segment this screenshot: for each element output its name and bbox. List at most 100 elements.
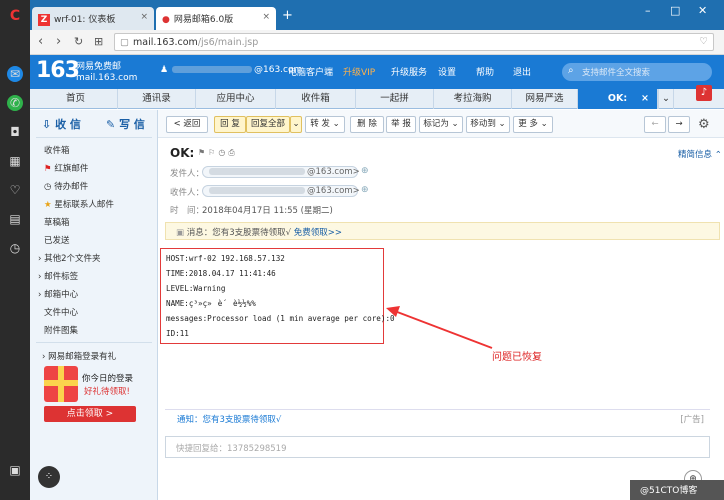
delete-button[interactable]: 删 除 (350, 116, 384, 133)
folder-inbox[interactable]: 收件箱 (44, 144, 70, 156)
more-button[interactable]: 更 多 ⌄ (513, 116, 553, 133)
tab-current-mail[interactable]: OK: × (578, 89, 658, 109)
report-button[interactable]: 举 报 (386, 116, 416, 133)
close-window-icon[interactable]: ✕ (698, 4, 707, 17)
browser-tab-mail[interactable]: ● 网易邮箱6.0版 × (156, 7, 276, 30)
camera-icon[interactable]: ◘ (7, 124, 23, 140)
folder-file-center[interactable]: 文件中心 (44, 306, 78, 318)
browser-tab-strip: Zwrf-01: 仪表板 × ● 网易邮箱6.0版 × + – □ ✕ (30, 0, 724, 30)
favorites-icon[interactable]: ♡ (7, 182, 23, 198)
annotation-arrow (386, 306, 493, 349)
body-line-time: TIME:2018.04.17 11:41:46 (166, 269, 276, 278)
bottom-notice[interactable]: 通知：您有3支股票待领取√ [广告] (165, 409, 710, 425)
mail-logo[interactable]: 163 (36, 58, 80, 83)
star-icon: ★ (44, 200, 52, 210)
back-icon[interactable]: ‹ (38, 35, 43, 49)
logo-caption: 网易免费邮 mail.163.com (76, 62, 137, 84)
folder-sent[interactable]: 已发送 (44, 234, 70, 246)
browser-logo-icon[interactable]: C (7, 8, 23, 24)
gift-title[interactable]: › 网易邮箱登录有礼 (42, 350, 116, 362)
mark-as-button[interactable]: 标记为 ⌄ (419, 116, 463, 133)
stock-notice-bar: ▣ 消息：您有3支股票待领取√ 免费领取>> (165, 222, 720, 240)
folder-labels[interactable]: › 邮件标签 (38, 270, 78, 282)
quick-reply-input[interactable]: 快捷回复给：13785298519 (165, 436, 710, 458)
settings-gear-icon[interactable]: ⚙ (698, 117, 710, 132)
music-icon[interactable]: ♪ (696, 85, 712, 101)
folder-flagged[interactable]: ⚑ 红旗邮件 (44, 162, 88, 174)
tab-kaola[interactable]: 考拉海购 (434, 89, 512, 109)
subject-action-icons[interactable]: ⚑⚐◷⎙ (198, 148, 238, 158)
simple-info-link[interactable]: 精简信息 ⌃ (678, 148, 722, 160)
forward-icon[interactable]: › (56, 35, 61, 49)
body-line-name: NAME:ç³»ç»è´è½½%% (166, 299, 256, 308)
account-email[interactable]: @163.com (172, 65, 302, 75)
link-help[interactable]: 帮助 (476, 65, 494, 78)
link-settings[interactable]: 设置 (438, 65, 456, 78)
reply-all-button[interactable]: 回复全部 (246, 116, 290, 133)
tab-home[interactable]: 首页 (34, 89, 118, 109)
panel-toggle-icon[interactable]: ▣ (7, 462, 23, 478)
close-tab-icon[interactable]: × (262, 12, 270, 22)
move-to-button[interactable]: 移动到 ⌄ (466, 116, 510, 133)
tab-label: wrf-01: 仪表板 (54, 15, 116, 25)
whatsapp-icon[interactable]: ✆ (7, 95, 23, 111)
browser-tab-zabbix[interactable]: Zwrf-01: 仪表板 × (32, 7, 154, 30)
url-field[interactable]: ▢ mail.163.com/js6/main.jsp ♡ (114, 33, 714, 51)
from-pill[interactable]: @163.com> (202, 166, 360, 178)
folder-drafts[interactable]: 草稿箱 (44, 216, 70, 228)
close-tab-icon[interactable]: × (641, 89, 649, 108)
notes-icon[interactable]: ▤ (7, 211, 23, 227)
reply-dropdown-icon[interactable]: ⌄ (290, 116, 302, 133)
link-desktop-client[interactable]: 电脑客户端 (288, 65, 333, 78)
back-button[interactable]: < 返回 (166, 116, 208, 133)
annotation-text: 问题已恢复 (492, 352, 542, 363)
flag-icon: ⚑ (44, 164, 52, 174)
logo-line-1: 网易免费邮 (76, 62, 122, 72)
maximize-icon[interactable]: □ (670, 4, 680, 17)
body-line-messages: messages:Processor load (1 min average p… (166, 314, 395, 323)
notice-link[interactable]: 免费领取>> (294, 228, 342, 238)
notice-icon: ▣ (176, 228, 185, 238)
tab-yanxuan[interactable]: 网易严选 (512, 89, 578, 109)
add-contact-icon[interactable]: ⊕ (361, 185, 369, 195)
link-upgrade-vip[interactable]: 升级VIP (343, 65, 375, 78)
url-host: mail.163.com (133, 37, 198, 48)
history-icon[interactable]: ◷ (7, 240, 23, 256)
body-line-level: LEVEL:Warning (166, 284, 226, 293)
reload-icon[interactable]: ↻ (74, 35, 83, 49)
prev-mail-icon[interactable]: ← (644, 116, 666, 133)
folder-attachments[interactable]: 附件图集 (44, 324, 78, 336)
new-tab-button[interactable]: + (282, 8, 293, 23)
tab-yiqipin[interactable]: 一起拼 (356, 89, 434, 109)
forward-button[interactable]: 转 发 ⌄ (305, 116, 345, 133)
mail-body-highlight: HOST:wrf-02 192.168.57.132 TIME:2018.04.… (160, 248, 395, 344)
claim-gift-button[interactable]: 点击领取 > (44, 406, 136, 422)
add-contact-icon[interactable]: ⊕ (361, 166, 369, 176)
tab-inbox[interactable]: 收件箱 (276, 89, 356, 109)
next-mail-icon[interactable]: → (668, 116, 690, 133)
notice-text: 消息：您有3支股票待领取√ (186, 228, 292, 238)
folder-todo[interactable]: ◷ 待办邮件 (44, 180, 88, 192)
tab-dropdown-icon[interactable]: ⌄ (658, 89, 674, 109)
tab-app-center[interactable]: 应用中心 (196, 89, 276, 109)
receive-button[interactable]: ⇩ 收 信 (42, 115, 81, 135)
link-upgrade-service[interactable]: 升级服务 (391, 65, 427, 78)
minimize-icon[interactable]: – (645, 4, 651, 17)
close-tab-icon[interactable]: × (140, 12, 148, 22)
link-logout[interactable]: 退出 (513, 65, 531, 78)
to-pill[interactable]: @163.com> (202, 185, 360, 197)
apps-icon[interactable]: ▦ (7, 153, 23, 169)
reply-button[interactable]: 回 复 (214, 116, 246, 133)
app-launcher-icon[interactable]: ⁘ (38, 466, 60, 488)
compose-button[interactable]: ✎ 写 信 (106, 115, 145, 135)
folder-starred[interactable]: ★ 星标联系人邮件 (44, 198, 114, 210)
folder-others[interactable]: › 其他2个文件夹 (38, 252, 101, 264)
bookmark-heart-icon[interactable]: ♡ (699, 36, 708, 47)
messenger-icon[interactable]: ✉ (7, 66, 23, 82)
folder-mail-center[interactable]: › 邮箱中心 (38, 288, 78, 300)
mail-search-input[interactable]: 支持邮件全文搜索 (562, 63, 712, 81)
grid-icon[interactable]: ⊞ (94, 35, 103, 49)
chevron-down-icon: ⌄ (498, 119, 506, 129)
tab-contacts[interactable]: 通讯录 (118, 89, 196, 109)
time-value: 2018年04月17日 11:55 (星期二) (202, 206, 333, 216)
